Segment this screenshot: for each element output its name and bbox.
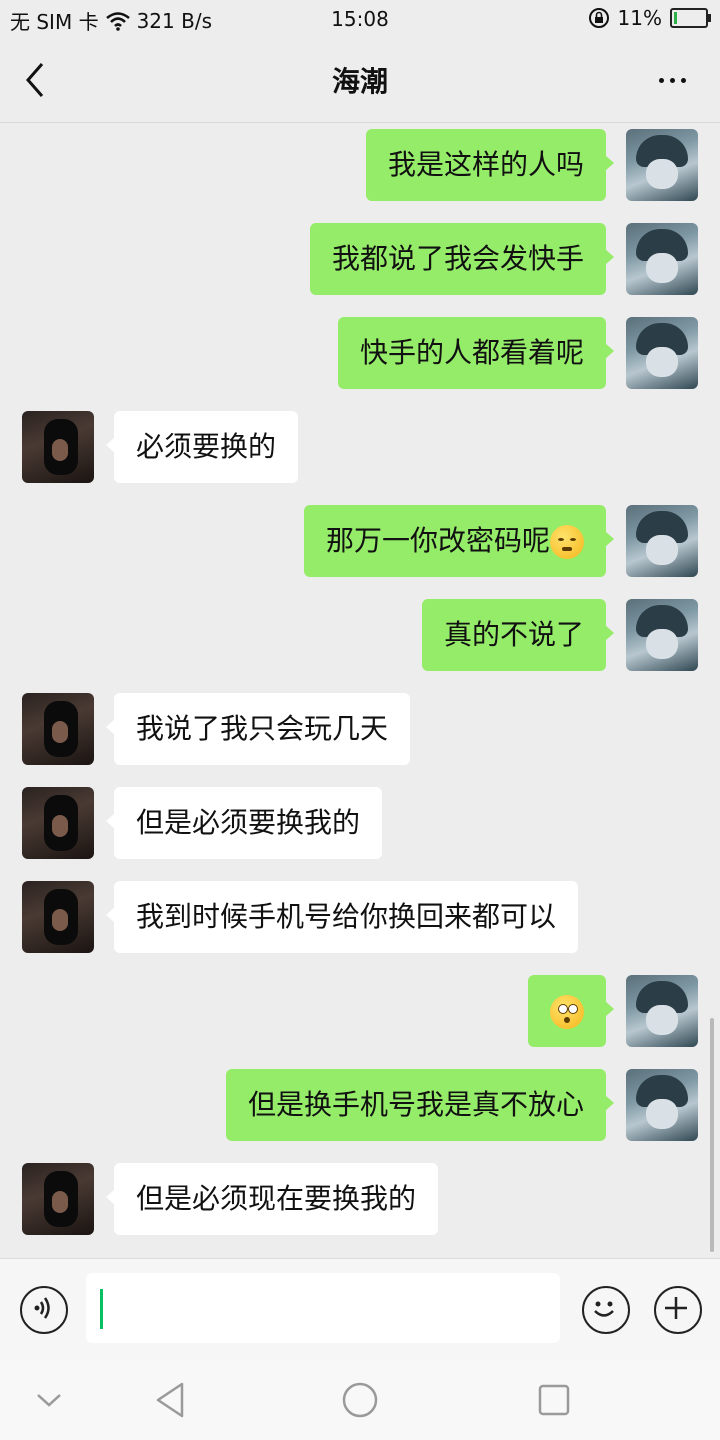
my-avatar[interactable] bbox=[626, 505, 698, 577]
sent-message-bubble[interactable]: 但是换手机号我是真不放心 bbox=[225, 1069, 615, 1141]
sent-message-bubble[interactable]: 快手的人都看着呢 bbox=[337, 317, 615, 389]
system-nav-bar bbox=[0, 1360, 720, 1440]
my-avatar[interactable] bbox=[626, 223, 698, 295]
sent-message-bubble[interactable]: 我都说了我会发快手 bbox=[309, 223, 615, 295]
text-caret bbox=[100, 1289, 103, 1329]
status-right: 11% bbox=[588, 6, 711, 30]
message-row: 真的不说了 bbox=[0, 599, 720, 671]
battery-icon bbox=[670, 8, 711, 28]
message-list[interactable]: 我是这样的人吗我都说了我会发快手快手的人都看着呢必须要换的那万一你改密码呢真的不… bbox=[0, 122, 720, 1258]
home-circle-icon[interactable] bbox=[340, 1380, 380, 1420]
voice-button[interactable] bbox=[20, 1286, 68, 1334]
received-message-bubble[interactable]: 必须要换的 bbox=[105, 411, 299, 483]
contact-avatar[interactable] bbox=[22, 1163, 94, 1235]
status-bar: 无 SIM 卡 321 B/s 15:08 11% bbox=[0, 0, 720, 38]
message-row: 但是换手机号我是真不放心 bbox=[0, 1069, 720, 1141]
received-message-bubble[interactable]: 我到时候手机号给你换回来都可以 bbox=[105, 881, 579, 953]
message-row: 我都说了我会发快手 bbox=[0, 223, 720, 295]
squint-face-emoji bbox=[550, 525, 584, 559]
contact-avatar[interactable] bbox=[22, 411, 94, 483]
message-text: 真的不说了 bbox=[443, 618, 584, 651]
message-text: 但是必须现在要换我的 bbox=[136, 1182, 417, 1215]
message-row: 我到时候手机号给你换回来都可以 bbox=[0, 881, 720, 953]
voice-icon bbox=[34, 1296, 50, 1319]
battery-level bbox=[674, 12, 677, 24]
more-dots-icon bbox=[658, 77, 664, 83]
sent-message-bubble[interactable]: 那万一你改密码呢 bbox=[303, 505, 615, 577]
shocked-face-emoji bbox=[550, 995, 584, 1029]
message-text: 那万一你改密码呢 bbox=[325, 524, 550, 557]
message-row: 快手的人都看着呢 bbox=[0, 317, 720, 389]
collapse-icon[interactable] bbox=[34, 1390, 64, 1410]
message-row bbox=[0, 975, 720, 1047]
message-row: 我是这样的人吗 bbox=[0, 129, 720, 201]
contact-avatar[interactable] bbox=[22, 693, 94, 765]
chat-header: 海潮 bbox=[0, 38, 720, 123]
more-dots-icon bbox=[680, 77, 686, 83]
emoji-button[interactable] bbox=[582, 1286, 630, 1334]
received-message-bubble[interactable]: 但是必须要换我的 bbox=[105, 787, 383, 859]
message-text: 我说了我只会玩几天 bbox=[136, 712, 389, 745]
chat-title: 海潮 bbox=[331, 65, 388, 98]
emoji-icon bbox=[593, 1301, 614, 1317]
plus-icon bbox=[664, 1296, 687, 1319]
more-button[interactable] bbox=[652, 60, 692, 100]
message-input[interactable] bbox=[86, 1273, 560, 1343]
message-text: 快手的人都看着呢 bbox=[359, 336, 584, 369]
more-dots-icon bbox=[669, 77, 675, 83]
message-row: 必须要换的 bbox=[0, 411, 720, 483]
my-avatar[interactable] bbox=[626, 1069, 698, 1141]
received-message-bubble[interactable]: 但是必须现在要换我的 bbox=[105, 1163, 439, 1235]
battery-percent: 11% bbox=[617, 6, 662, 30]
message-row: 但是必须现在要换我的 bbox=[0, 1163, 720, 1235]
message-row: 我说了我只会玩几天 bbox=[0, 693, 720, 765]
my-avatar[interactable] bbox=[626, 317, 698, 389]
input-bar bbox=[0, 1258, 720, 1361]
message-text: 但是换手机号我是真不放心 bbox=[247, 1088, 584, 1121]
message-text: 我都说了我会发快手 bbox=[331, 242, 584, 275]
rotation-lock-icon bbox=[588, 8, 609, 28]
message-text: 我是这样的人吗 bbox=[387, 148, 584, 181]
message-scrollbar[interactable] bbox=[710, 1018, 714, 1252]
back-triangle-icon[interactable] bbox=[152, 1380, 188, 1420]
recents-square-icon[interactable] bbox=[536, 1382, 572, 1418]
message-text: 我到时候手机号给你换回来都可以 bbox=[136, 900, 557, 933]
sent-message-bubble[interactable] bbox=[528, 975, 614, 1047]
my-avatar[interactable] bbox=[626, 599, 698, 671]
message-text: 必须要换的 bbox=[136, 430, 277, 463]
my-avatar[interactable] bbox=[626, 975, 698, 1047]
contact-avatar[interactable] bbox=[22, 881, 94, 953]
sent-message-bubble[interactable]: 真的不说了 bbox=[421, 599, 615, 671]
plus-button[interactable] bbox=[654, 1286, 702, 1334]
contact-avatar[interactable] bbox=[22, 787, 94, 859]
sent-message-bubble[interactable]: 我是这样的人吗 bbox=[365, 129, 615, 201]
message-row: 但是必须要换我的 bbox=[0, 787, 720, 859]
my-avatar[interactable] bbox=[626, 129, 698, 201]
message-text: 但是必须要换我的 bbox=[136, 806, 361, 839]
message-row: 那万一你改密码呢 bbox=[0, 505, 720, 577]
received-message-bubble[interactable]: 我说了我只会玩几天 bbox=[105, 693, 411, 765]
